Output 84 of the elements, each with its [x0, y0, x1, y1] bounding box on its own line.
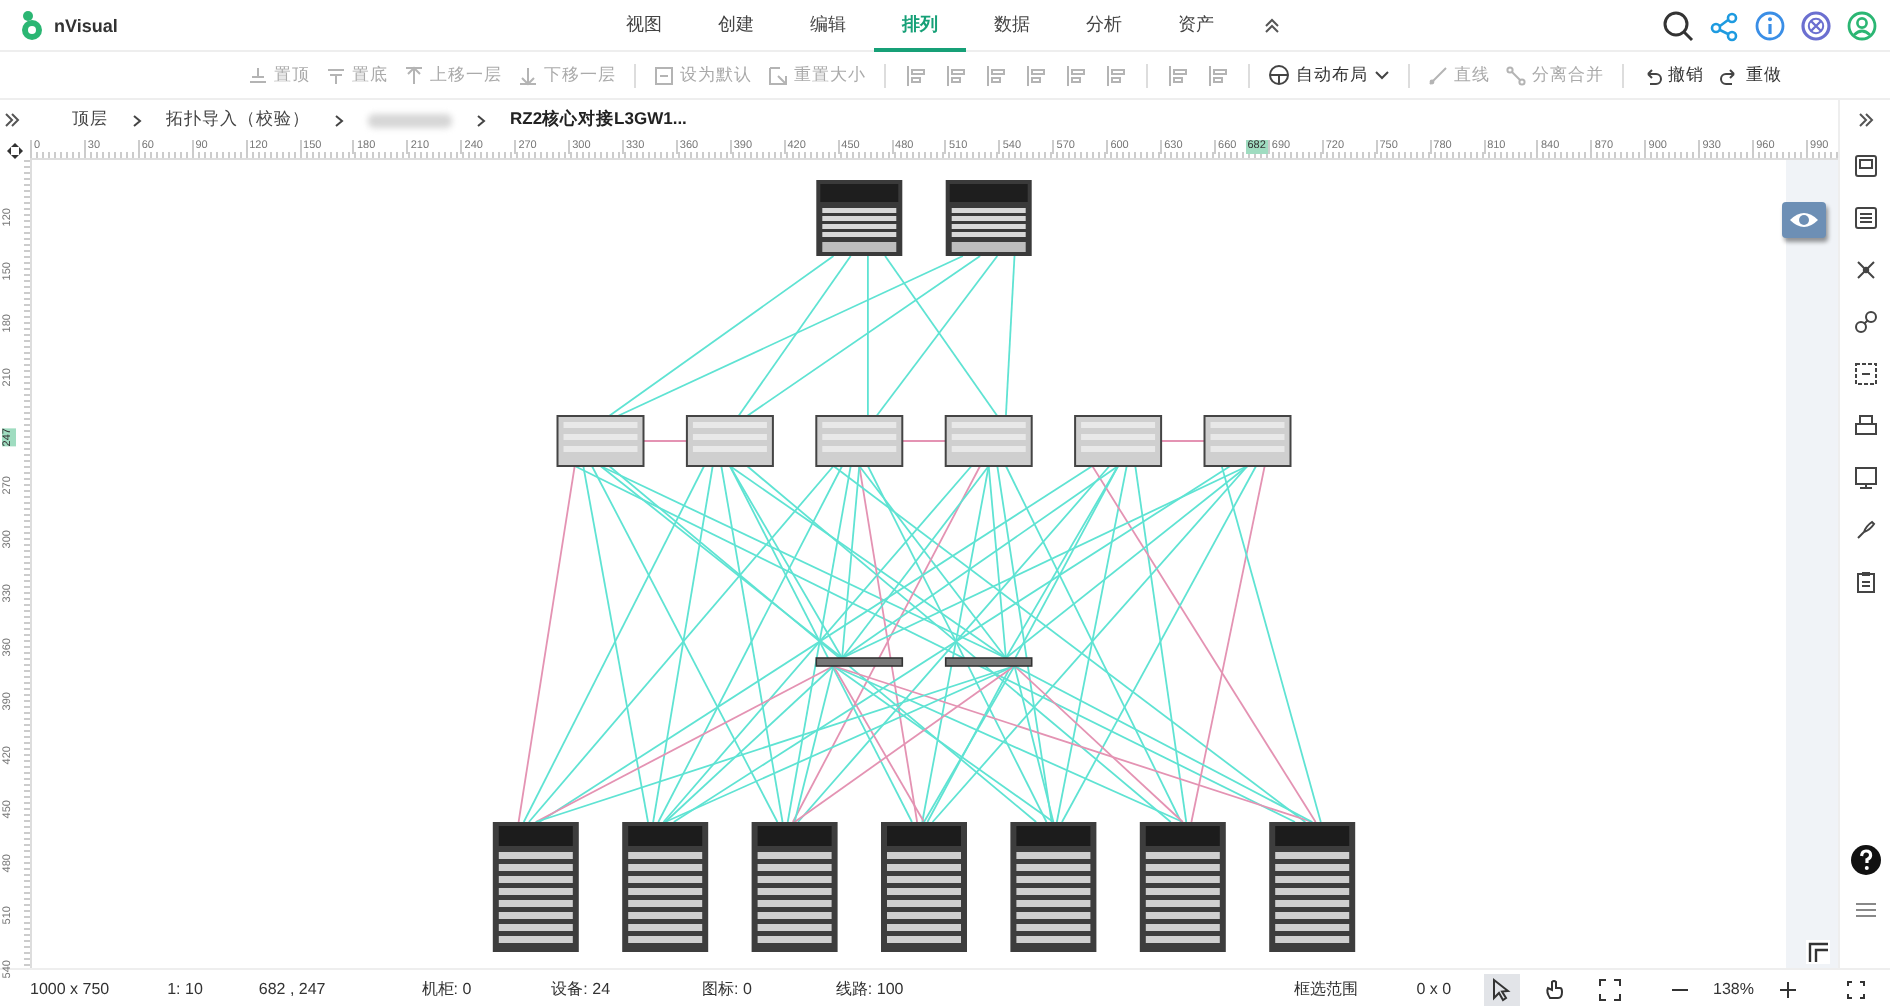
collapse-icon[interactable] — [1262, 15, 1282, 35]
nav-tab[interactable]: 视图 — [598, 2, 690, 52]
status-text: 1: 10 — [167, 980, 203, 998]
rack-device — [751, 822, 838, 952]
rack-device — [1139, 822, 1226, 952]
corner-icon[interactable] — [1806, 940, 1830, 964]
rack-device — [881, 822, 967, 952]
link-icon[interactable] — [1851, 308, 1879, 336]
nav-tab[interactable]: 分析 — [1058, 2, 1150, 52]
switch-device — [685, 415, 774, 467]
chevron-icon — [476, 113, 486, 127]
user-icon[interactable] — [1846, 9, 1878, 41]
breadcrumb-link[interactable]: 拓扑导入（校验） — [166, 108, 310, 132]
panel-icon[interactable] — [1851, 152, 1879, 180]
undo-icon — [1642, 65, 1662, 85]
status-text: 1000 x 750 — [30, 980, 110, 998]
redo-icon — [1720, 65, 1740, 85]
expand-icon[interactable] — [1857, 112, 1873, 128]
info-icon[interactable] — [1754, 9, 1786, 41]
fit-icon[interactable] — [1846, 979, 1866, 999]
stack-icon — [248, 65, 268, 85]
breadcrumb-link[interactable]: 顶层 — [72, 108, 108, 132]
switch-device — [1203, 415, 1292, 467]
pointer-icon — [1487, 975, 1516, 1003]
pointer-tool[interactable] — [1483, 973, 1520, 1005]
chassis-device — [816, 180, 903, 256]
close-circle-icon[interactable] — [1800, 9, 1832, 41]
toolbar-button[interactable]: 撤销 — [1634, 55, 1712, 95]
nav-tab[interactable]: 创建 — [690, 2, 782, 52]
switch-device — [944, 415, 1033, 467]
line-icon — [1428, 65, 1448, 85]
slim-device — [944, 657, 1033, 667]
stack-icon — [326, 65, 346, 85]
caret-icon — [1374, 69, 1390, 81]
nodes-icon — [1506, 65, 1526, 85]
chevron-icon — [132, 113, 142, 127]
crosshair-icon[interactable] — [6, 141, 24, 159]
network-icon[interactable] — [1851, 256, 1879, 284]
layout-dropdown[interactable]: 自动布局 — [1260, 55, 1398, 95]
arrow-down-icon — [518, 65, 538, 85]
layout-icon — [1268, 64, 1290, 86]
app-name: nVisual — [54, 15, 118, 35]
blurred-label — [368, 113, 452, 127]
status-text: 机柜: 0 — [421, 978, 472, 1000]
status-text: 图标: 0 — [702, 978, 752, 1000]
chassis-device — [945, 180, 1032, 256]
list-icon[interactable] — [1851, 204, 1879, 232]
resize-icon — [768, 65, 788, 85]
status-text: 682 , 247 — [258, 980, 326, 998]
fullscreen-icon — [1595, 975, 1624, 1003]
selection-label: 框选范围 — [1294, 978, 1359, 1000]
nav-tab[interactable]: 数据 — [966, 2, 1058, 52]
expand-icon[interactable] — [4, 112, 20, 128]
menu-icon[interactable] — [1853, 900, 1877, 920]
arrow-up-icon — [404, 65, 424, 85]
selection-value: 0 x 0 — [1416, 980, 1452, 998]
zoom-level: 138% — [1713, 980, 1754, 998]
search-icon[interactable] — [1662, 9, 1694, 41]
breadcrumb-current: RZ2核心对接L3GW1... — [510, 108, 687, 132]
zoom-in-icon[interactable] — [1778, 979, 1798, 999]
frame-icon[interactable] — [1851, 360, 1879, 388]
rack-device — [1010, 822, 1097, 952]
monitor-icon[interactable] — [1851, 464, 1879, 492]
eye-icon — [1788, 210, 1820, 230]
view-toggle-button[interactable] — [1782, 202, 1826, 238]
switch-device — [556, 415, 645, 467]
status-text: 设备: 24 — [551, 978, 611, 1000]
share-icon[interactable] — [1708, 9, 1740, 41]
rack-device — [622, 822, 709, 952]
rack-device — [1269, 822, 1356, 952]
frame-icon — [654, 65, 674, 85]
status-text: 线路: 100 — [835, 978, 904, 1000]
chevron-icon — [334, 113, 344, 127]
nav-tab[interactable]: 编辑 — [782, 2, 874, 52]
clipboard-icon[interactable] — [1851, 568, 1879, 596]
rack-device — [492, 822, 579, 952]
help-icon[interactable] — [1849, 844, 1881, 876]
switch-device — [815, 415, 904, 467]
logo-icon — [18, 9, 46, 41]
nav-tab[interactable]: 资产 — [1150, 2, 1242, 52]
toolbar-button[interactable]: 重做 — [1712, 55, 1790, 95]
slim-device — [815, 657, 904, 667]
printer-icon[interactable] — [1851, 412, 1879, 440]
switch-device — [1074, 415, 1163, 467]
